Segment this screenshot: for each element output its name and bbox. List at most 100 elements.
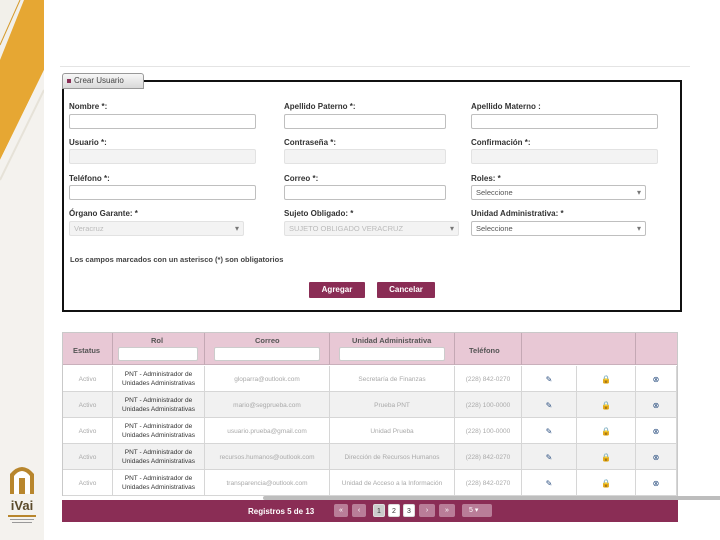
cell-telefono: (228) 100-0000 [455,392,522,418]
header-correo-label: Correo [255,336,280,345]
page: iVai Crear Usuario Nombre *: Apellido Pa… [0,0,720,540]
agregar-button[interactable]: Agregar [309,282,365,298]
lock-icon[interactable]: 🔒 [601,479,611,488]
confirmacion-input[interactable] [471,149,658,164]
sujeto-obligado-label: Sujeto Obligado: * [284,209,354,218]
delete-cell: ⊗ [636,392,677,418]
delete-cell: ⊗ [636,366,677,392]
cell-unidad: Prueba PNT [330,392,455,418]
contrasena-input[interactable] [284,149,446,164]
delete-cell: ⊗ [636,418,677,444]
apellido-paterno-input[interactable] [284,114,446,129]
header-actions [522,333,636,365]
header-estatus: Estatus [63,333,113,365]
delete-icon[interactable]: ⊗ [653,453,660,462]
cell-telefono: (228) 842-0270 [455,366,522,392]
next-page-button[interactable]: › [419,504,435,517]
delete-icon[interactable]: ⊗ [653,401,660,410]
cell-unidad: Dirección de Recursos Humanos [330,444,455,470]
first-page-button[interactable]: « [334,504,348,517]
unidad-filter-input[interactable] [339,347,445,361]
header-unidad-label: Unidad Administrativa [352,336,432,345]
edit-cell: ✎ [522,444,577,470]
cell-estatus: Activo [63,444,113,470]
lock-icon[interactable]: 🔒 [601,375,611,384]
lock-icon[interactable]: 🔒 [601,401,611,410]
cell-unidad: Unidad de Acceso a la Información [330,470,455,496]
page-button-1[interactable]: 1 [373,504,385,517]
cell-estatus: Activo [63,366,113,392]
lock-cell: 🔒 [577,444,636,470]
unidad-administrativa-select[interactable]: Seleccione [471,221,646,236]
table-row[interactable]: Activo PNT - Administrador de Unidades Ad… [63,418,677,444]
usuario-input[interactable] [69,149,256,164]
organo-garante-select[interactable]: Veracruz [69,221,244,236]
delete-cell: ⊗ [636,470,677,496]
nombre-input[interactable] [69,114,256,129]
roles-select[interactable]: Seleccione [471,185,646,200]
edit-icon[interactable]: ✎ [546,375,553,384]
lock-cell: 🔒 [577,470,636,496]
edit-cell: ✎ [522,470,577,496]
cell-unidad: Unidad Prueba [330,418,455,444]
tab-crear-usuario[interactable]: Crear Usuario [62,73,144,89]
cell-rol: PNT - Administrador de Unidades Administ… [113,444,205,470]
confirmacion-label: Confirmación *: [471,138,531,147]
ivai-logo: iVai [4,460,40,526]
cell-rol: PNT - Administrador de Unidades Administ… [113,470,205,496]
users-table: Estatus Rol Correo Unidad Administrativa… [62,332,720,500]
correo-label: Correo *: [284,174,319,183]
sujeto-obligado-select[interactable]: SUJETO OBLIGADO VERACRUZ [284,221,459,236]
cell-estatus: Activo [63,470,113,496]
logo-text: iVai [11,498,33,513]
page-button-3[interactable]: 3 [403,504,415,517]
usuario-label: Usuario *: [69,138,107,147]
cancelar-button[interactable]: Cancelar [377,282,435,298]
lock-icon[interactable]: 🔒 [601,453,611,462]
rol-filter-input[interactable] [118,347,198,361]
header-estatus-label: Estatus [73,346,101,355]
delete-icon[interactable]: ⊗ [653,375,660,384]
cell-correo: usuario.prueba@gmail.com [205,418,330,444]
edit-icon[interactable]: ✎ [546,401,553,410]
page-button-2[interactable]: 2 [388,504,400,517]
table-row[interactable]: Activo PNT - Administrador de Unidades Ad… [63,366,677,392]
table-row[interactable]: Activo PNT - Administrador de Unidades Ad… [63,470,677,496]
telefono-input[interactable] [69,185,256,200]
correo-filter-input[interactable] [214,347,320,361]
unidad-administrativa-label: Unidad Administrativa: * [471,209,564,218]
table-row[interactable]: Activo PNT - Administrador de Unidades Ad… [63,444,677,470]
table-header: Estatus Rol Correo Unidad Administrativa… [63,333,677,365]
nombre-label: Nombre *: [69,102,108,111]
apellido-materno-input[interactable] [471,114,658,129]
cell-telefono: (228) 842-0270 [455,444,522,470]
cell-correo: mario@segprueba.com [205,392,330,418]
apellido-materno-label: Apellido Materno : [471,102,541,111]
cell-telefono: (228) 842-0270 [455,470,522,496]
apellido-paterno-label: Apellido Paterno *: [284,102,356,111]
tab-label: Crear Usuario [74,76,124,85]
table-row[interactable]: Activo PNT - Administrador de Unidades Ad… [63,392,677,418]
cell-unidad: Secretaría de Finanzas [330,366,455,392]
tab-bullet-icon [67,78,71,83]
top-divider [60,66,690,67]
lock-cell: 🔒 [577,392,636,418]
edit-cell: ✎ [522,366,577,392]
correo-input[interactable] [284,185,446,200]
prev-page-button[interactable]: ‹ [352,504,366,517]
header-correo: Correo [205,333,330,365]
edit-icon[interactable]: ✎ [546,479,553,488]
page-size-select[interactable]: 5 ▾ [462,504,492,517]
decorative-side-band [0,0,44,540]
delete-icon[interactable]: ⊗ [653,427,660,436]
lock-icon[interactable]: 🔒 [601,427,611,436]
header-rol-label: Rol [151,336,164,345]
cell-rol: PNT - Administrador de Unidades Administ… [113,418,205,444]
table-footer: Registros 5 de 13 « ‹ 1 2 3 › » 5 ▾ [62,500,678,522]
edit-icon[interactable]: ✎ [546,453,553,462]
cell-correo: recursos.humanos@outlook.com [205,444,330,470]
cell-estatus: Activo [63,418,113,444]
last-page-button[interactable]: » [439,504,455,517]
delete-icon[interactable]: ⊗ [653,479,660,488]
edit-icon[interactable]: ✎ [546,427,553,436]
